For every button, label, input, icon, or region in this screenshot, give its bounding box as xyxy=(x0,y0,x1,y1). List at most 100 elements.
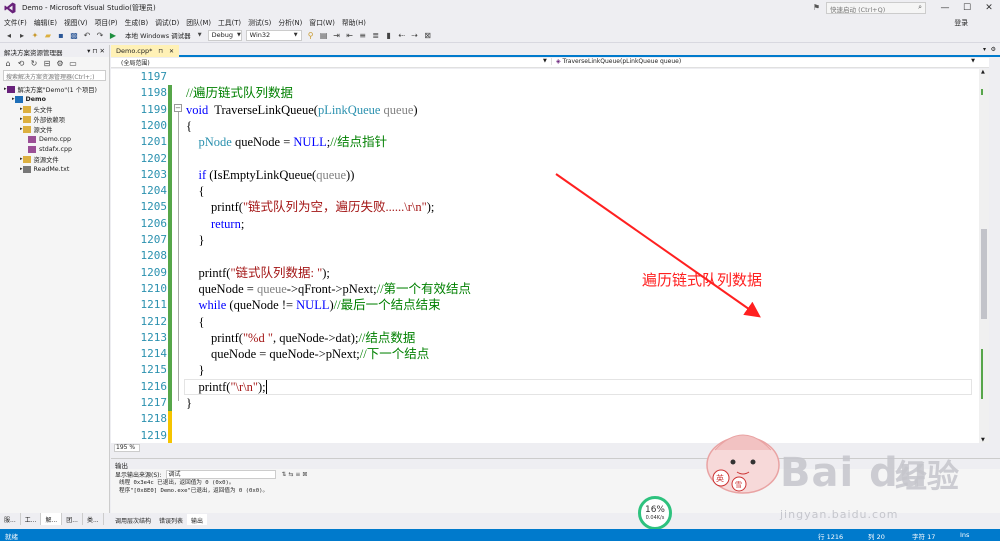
next-bookmark-icon[interactable]: ⇢ xyxy=(410,30,420,40)
scroll-up-icon[interactable]: ▲ xyxy=(981,69,985,75)
code-line[interactable]: printf("链式队列数据: "); xyxy=(186,265,330,281)
menu-file[interactable]: 文件(F) xyxy=(4,17,27,27)
function-dropdown[interactable]: ◈ TraverseLinkQueue(pLinkQueue queue) ▼ xyxy=(551,58,979,65)
code-line[interactable]: queNode = queue->qFront->pNext;//第一个有效结点 xyxy=(186,281,472,297)
indent-icon[interactable]: ⇥ xyxy=(332,30,342,40)
tree-item[interactable]: ▸ 头文件 xyxy=(0,104,109,114)
network-speed-widget[interactable]: 16% 0.04K/s xyxy=(638,496,672,530)
code-line[interactable]: } xyxy=(186,395,192,411)
collapse-toggle-icon[interactable]: − xyxy=(174,104,182,112)
settings-icon[interactable]: ⚙ xyxy=(991,46,996,53)
clear-bookmarks-icon[interactable]: ⊠ xyxy=(423,30,433,40)
tree-item[interactable]: ▸ Demo xyxy=(0,94,109,104)
tree-item[interactable]: ▸ 源文件 xyxy=(0,124,109,134)
vertical-scrollbar[interactable]: ▲ ▼ xyxy=(979,69,989,443)
tab-team-explorer[interactable]: 团... xyxy=(62,513,83,525)
menu-project[interactable]: 项目(P) xyxy=(95,17,118,27)
tree-item[interactable]: ▸ 外部依赖项 xyxy=(0,114,109,124)
code-line[interactable]: printf("\r\n"); xyxy=(186,379,266,395)
dropdown-icon[interactable]: ▼ xyxy=(195,30,205,40)
code-line[interactable]: //遍历链式队列数据 xyxy=(186,85,293,101)
output-source-select[interactable]: 调试 xyxy=(165,469,276,479)
code-line[interactable]: printf("%d ", queNode->dat);//结点数据 xyxy=(186,330,415,346)
platform-select[interactable]: Win32 ▼ xyxy=(245,29,302,41)
scrollbar-thumb[interactable] xyxy=(981,229,987,319)
code-line[interactable]: } xyxy=(186,232,205,248)
code-editor[interactable]: 1197 1198 1199 1200 1201 1202 1203 1204 1205 1206… xyxy=(111,69,979,443)
menu-test[interactable]: 测试(S) xyxy=(248,17,271,27)
configuration-select[interactable]: Debug ▼ xyxy=(207,29,242,41)
code-line[interactable]: { xyxy=(186,118,192,134)
tab-demo-cpp[interactable]: Demo.cpp* ⊓ ✕ xyxy=(111,45,180,57)
find-icon[interactable]: ⚲ xyxy=(306,30,316,40)
code-line[interactable]: if (IsEmptyLinkQueue(queue)) xyxy=(186,167,355,183)
scope-dropdown[interactable]: (全局范围) xyxy=(121,58,150,67)
code-line[interactable]: pNode queNode = NULL;//结点指针 xyxy=(186,134,388,150)
solution-search-input[interactable]: 搜索解决方案资源管理器(Ctrl+;) xyxy=(3,70,106,81)
collapse-all-icon[interactable]: ⊟ xyxy=(42,58,52,68)
menu-analyze[interactable]: 分析(N) xyxy=(278,17,302,27)
preview-icon[interactable]: ▭ xyxy=(68,58,78,68)
menu-window[interactable]: 窗口(W) xyxy=(309,17,335,27)
code-line[interactable]: printf("链式队列为空，遍历失败......\r\n"); xyxy=(186,199,434,215)
prev-bookmark-icon[interactable]: ⇠ xyxy=(397,30,407,40)
open-icon[interactable]: ▰ xyxy=(43,30,53,40)
quick-launch-input[interactable]: 快速启动 (Ctrl+Q) ⌕ xyxy=(826,1,926,14)
zoom-select[interactable]: 195 % xyxy=(114,444,140,452)
minimize-button[interactable]: — xyxy=(934,0,956,15)
code-line[interactable]: { xyxy=(186,183,205,199)
save-icon[interactable]: ▪ xyxy=(56,30,66,40)
tree-item[interactable]: ▸ 解决方案"Demo"(1 个项目) xyxy=(0,84,109,94)
code-line[interactable]: } xyxy=(186,362,205,378)
home-icon[interactable]: ⌂ xyxy=(3,58,13,68)
save-all-icon[interactable]: ▩ xyxy=(69,30,79,40)
pin-icon[interactable]: ▾ ⊓ ✕ xyxy=(87,47,105,55)
undo-icon[interactable]: ↶ xyxy=(82,30,92,40)
sync-icon[interactable]: ⟲ xyxy=(16,58,26,68)
properties-icon[interactable]: ⚙ xyxy=(55,58,65,68)
outdent-icon[interactable]: ⇤ xyxy=(345,30,355,40)
menu-debug[interactable]: 调试(D) xyxy=(155,17,179,27)
tab-list-dropdown-icon[interactable]: ▾ xyxy=(983,46,986,53)
code-line[interactable]: void TraverseLinkQueue(pLinkQueue queue) xyxy=(186,102,418,118)
tree-item[interactable]: ▸ 资源文件 xyxy=(0,154,109,164)
close-tab-icon[interactable]: ✕ xyxy=(169,48,174,55)
tab-server-explorer[interactable]: 服... xyxy=(0,513,21,525)
code-line[interactable]: while (queNode != NULL)//最后一个结点结束 xyxy=(186,297,441,313)
tab-solution-explorer[interactable]: 解... xyxy=(41,513,63,525)
login-link[interactable]: 登录 xyxy=(954,17,968,27)
menu-view[interactable]: 视图(V) xyxy=(64,17,88,27)
menu-team[interactable]: 团队(M) xyxy=(186,17,211,27)
comment-icon[interactable]: ≡ xyxy=(358,30,368,40)
start-debug-icon[interactable]: ▶ xyxy=(108,30,118,40)
redo-icon[interactable]: ↷ xyxy=(95,30,105,40)
output-toolbar-icons[interactable]: ⇅ ⇆ ≡ ⊠ xyxy=(282,471,308,478)
tree-item[interactable]: ▸ ReadMe.txt xyxy=(0,164,109,174)
pin-icon[interactable]: ⊓ xyxy=(158,48,163,55)
tab-class-view[interactable]: 类... xyxy=(83,513,104,525)
bookmark-icon[interactable]: ▮ xyxy=(384,30,394,40)
code-line[interactable]: return; xyxy=(186,216,244,232)
tab-output[interactable]: 输出 xyxy=(187,514,208,525)
new-project-icon[interactable]: ✦ xyxy=(30,30,40,40)
restore-button[interactable]: ☐ xyxy=(956,0,978,15)
uncomment-icon[interactable]: ≣ xyxy=(371,30,381,40)
back-icon[interactable]: ◂ xyxy=(4,30,14,40)
notification-flag-icon[interactable]: ⚑ xyxy=(813,3,820,12)
menu-tools[interactable]: 工具(T) xyxy=(218,17,241,27)
menu-build[interactable]: 生成(B) xyxy=(125,17,149,27)
menu-help[interactable]: 帮助(H) xyxy=(342,17,366,27)
tab-error-list[interactable]: 错误列表 xyxy=(155,514,187,525)
refresh-icon[interactable]: ↻ xyxy=(29,58,39,68)
menu-edit[interactable]: 编辑(E) xyxy=(34,17,57,27)
tree-item[interactable]: Demo.cpp xyxy=(0,134,109,144)
tree-item[interactable]: stdafx.cpp xyxy=(0,144,109,154)
code-line[interactable]: { xyxy=(186,314,205,330)
forward-icon[interactable]: ▸ xyxy=(17,30,27,40)
layout-icon[interactable]: ▤ xyxy=(319,30,329,40)
tab-toolbox[interactable]: 工... xyxy=(21,513,42,525)
code-line[interactable]: queNode = queNode->pNext;//下一个结点 xyxy=(186,346,429,362)
run-target-label[interactable]: 本地 Windows 调试器 xyxy=(125,30,191,40)
close-button[interactable]: ✕ xyxy=(978,0,1000,15)
tab-call-hierarchy[interactable]: 调用层次结构 xyxy=(111,514,155,525)
